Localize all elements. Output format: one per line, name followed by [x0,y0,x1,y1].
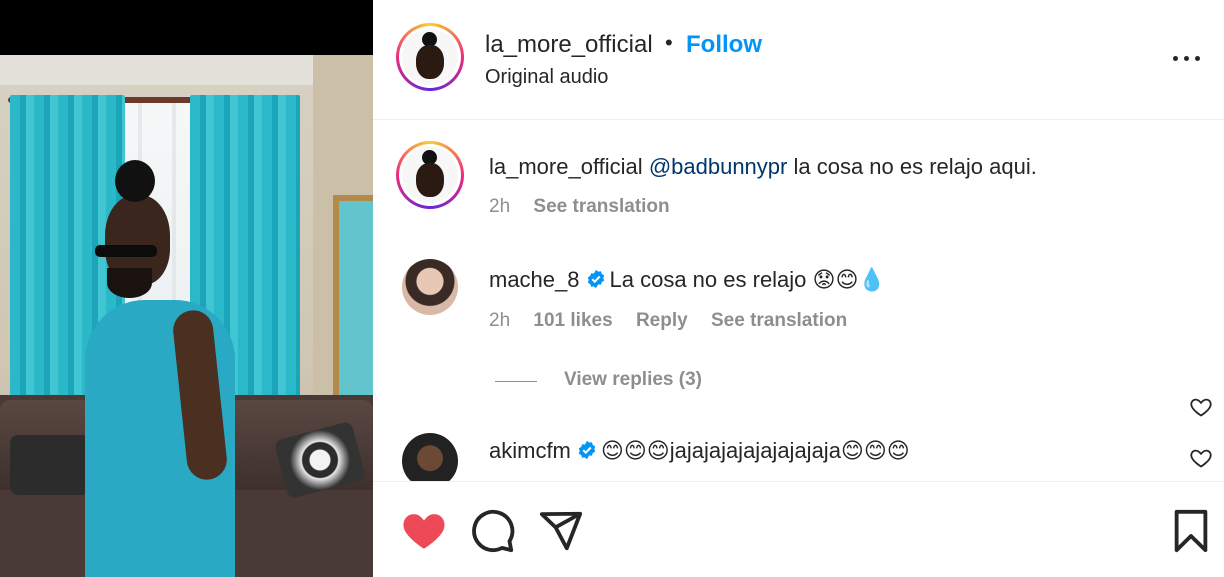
post-details: la_more_official • Follow Original audio… [373,0,1224,577]
comment-text: mache_8 La cosa no es relajo 😟😊💧 [489,267,886,293]
caption-avatar[interactable] [396,141,464,209]
post-media[interactable] [0,0,373,577]
comment-see-translation[interactable]: See translation [711,310,847,331]
video-frame [0,55,373,577]
author-username[interactable]: la_more_official [485,31,653,59]
audio-link[interactable]: Original audio [485,66,608,89]
hair-bun [115,160,155,202]
bookmark-icon[interactable] [1168,508,1214,554]
comment-meta: 2h 101 likes Reply See translation [489,310,865,332]
comment-username[interactable]: akimcfm [489,438,571,463]
like-heart-icon[interactable] [401,508,447,554]
follow-button[interactable]: Follow [686,31,762,59]
verified-badge-icon [587,269,604,289]
caption-text: la_more_official @badbunnypr la cosa no … [489,154,1037,180]
comment-row: mache_8 La cosa no es relajo 😟😊💧 2h 101 l… [373,241,1224,417]
commenter-avatar[interactable] [402,433,458,481]
media-letterbox [0,0,373,55]
caption-mention[interactable]: @badbunnypr [649,154,788,179]
send-icon[interactable] [538,508,584,554]
comment-time: 2h [489,310,511,331]
replies-divider [495,381,537,382]
comment-body: 😊😊😊jajajajajajajajajaja😊😊😊 [600,438,910,463]
author-avatar[interactable] [396,23,464,91]
caption-meta: 2h See translation [489,196,688,218]
caption-username[interactable]: la_more_official [489,154,643,179]
comment-reply-button[interactable]: Reply [636,310,688,331]
more-dot [1195,56,1200,61]
beard [107,268,152,298]
action-bar [373,481,1224,577]
caption-time: 2h [489,196,511,217]
comment-likes[interactable]: 101 likes [533,310,612,331]
comment-icon[interactable] [470,508,516,554]
view-replies-button[interactable]: View replies (3) [564,369,702,391]
more-dot [1184,56,1189,61]
comments-list[interactable]: la_more_official @badbunnypr la cosa no … [373,121,1224,481]
separator-dot: • [665,30,673,55]
cushion [10,435,90,495]
caption-body: la cosa no es relajo aqui. [787,154,1037,179]
verified-badge-icon [578,440,596,460]
more-options-button[interactable] [1169,44,1205,72]
comment-body: La cosa no es relajo 😟😊💧 [609,267,886,292]
sunglasses [95,245,157,257]
comment-username[interactable]: mache_8 [489,267,580,292]
caption-see-translation[interactable]: See translation [533,196,669,217]
comment-text: akimcfm 😊😊😊jajajajajajajajajaja😊😊😊 [489,438,910,464]
post-header: la_more_official • Follow Original audio [373,0,1224,120]
caption-row: la_more_official @badbunnypr la cosa no … [373,121,1224,231]
comment-row: akimcfm 😊😊😊jajajajajajajajajaja😊😊😊 [373,416,1224,481]
more-dots-icon [1173,56,1178,61]
comment-like-heart-icon[interactable] [1189,446,1213,470]
dancer [85,150,235,577]
commenter-avatar[interactable] [402,259,458,315]
